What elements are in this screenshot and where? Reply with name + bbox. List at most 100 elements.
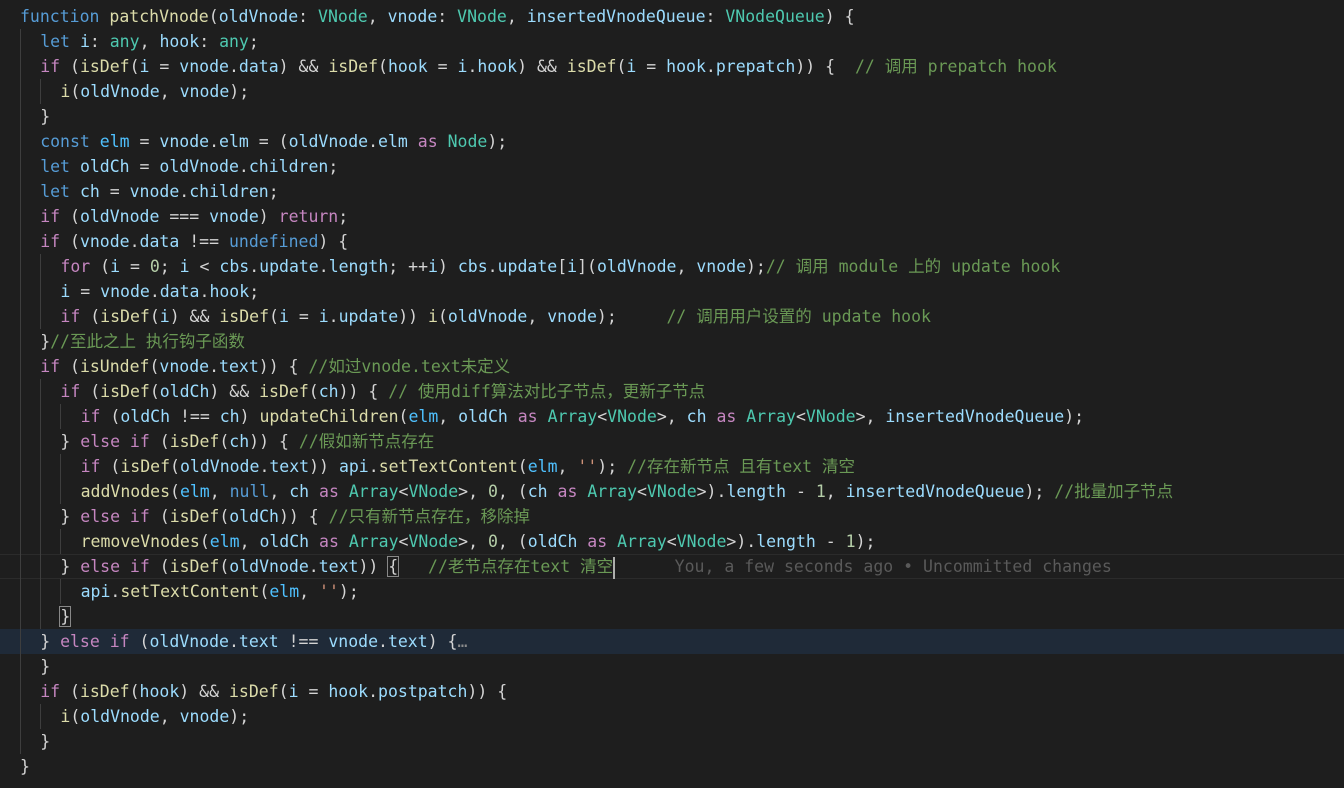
code-line[interactable]: } <box>0 604 1344 629</box>
indent-guide <box>20 554 21 579</box>
token-variable: oldCh <box>79 157 130 176</box>
token-punct: )) <box>309 457 339 476</box>
code-line[interactable]: if (oldVnode === vnode) return; <box>0 204 1344 229</box>
code-line[interactable]: if (isDef(oldVnode.text)) api.setTextCon… <box>0 454 1344 479</box>
token-variable: i <box>288 682 299 701</box>
code-line[interactable]: let i: any, hook: any; <box>0 29 1344 54</box>
code-line[interactable]: if (isDef(i) && isDef(i = i.update)) i(o… <box>0 304 1344 329</box>
code-line[interactable]: let oldCh = oldVnode.children; <box>0 154 1344 179</box>
token-punct: ( <box>70 707 81 726</box>
token-punct: ( <box>149 557 170 576</box>
token-punct: ); <box>597 457 628 476</box>
token-function: isDef <box>79 682 130 701</box>
code-text: i = vnode.data.hook; <box>60 279 259 304</box>
token-punct: = <box>427 57 458 76</box>
token-control: as <box>547 482 588 501</box>
indent-guide <box>40 429 42 454</box>
indent-guide <box>20 129 21 154</box>
code-line[interactable]: removeVnodes(elm, oldCh as Array<VNode>,… <box>0 529 1344 554</box>
token-punct: . <box>209 132 220 151</box>
token-keyword: function <box>20 7 110 26</box>
token-variable: length <box>726 482 787 501</box>
token-punct: >, <box>458 532 488 551</box>
token-keyword: let <box>40 182 80 201</box>
code-line[interactable]: addVnodes(elm, null, ch as Array<VNode>,… <box>0 479 1344 504</box>
code-line[interactable]: } else if (isDef(oldCh)) { //只有新节点存在，移除掉 <box>0 504 1344 529</box>
folded-region-ellipsis[interactable]: … <box>458 632 468 651</box>
indent-guide <box>40 579 42 604</box>
code-line[interactable]: if (oldCh !== ch) updateChildren(elm, ol… <box>0 404 1344 429</box>
token-comment: //批量加子节点 <box>1054 482 1174 501</box>
code-editor[interactable]: function patchVnode(oldVnode: VNode, vno… <box>0 0 1344 788</box>
code-line[interactable]: if (isDef(i = vnode.data) && isDef(hook … <box>0 54 1344 79</box>
token-type: VNode <box>318 7 368 26</box>
indent-guide <box>60 454 62 479</box>
code-line[interactable]: let ch = vnode.children; <box>0 179 1344 204</box>
code-line[interactable]: if (isUndef(vnode.text)) { //如过vnode.tex… <box>0 354 1344 379</box>
token-variable: oldVnode <box>218 7 299 26</box>
token-punct: . <box>129 232 140 251</box>
code-line[interactable]: } else if (isDef(ch)) { //假如新节点存在 <box>0 429 1344 454</box>
code-line[interactable]: if (vnode.data !== undefined) { <box>0 229 1344 254</box>
code-line[interactable]: for (i = 0; i < cbs.update.length; ++i) … <box>0 254 1344 279</box>
token-punct: . <box>368 132 379 151</box>
token-punct: ); <box>487 132 508 151</box>
token-type: VNode <box>607 407 657 426</box>
token-punct: ( <box>308 382 319 401</box>
token-punct: . <box>110 582 121 601</box>
code-text: }//至此之上 执行钩子函数 <box>40 329 245 354</box>
token-function: setTextContent <box>120 582 260 601</box>
token-variable: update <box>497 257 558 276</box>
token-punct: ( <box>616 57 627 76</box>
code-line[interactable]: const elm = vnode.elm = (oldVnode.elm as… <box>0 129 1344 154</box>
code-line[interactable]: i = vnode.data.hook; <box>0 279 1344 304</box>
token-punct: ; <box>338 207 349 226</box>
code-line[interactable]: } else if (isDef(oldVnode.text)) { //老节点… <box>0 554 1344 579</box>
token-variable: prepatch <box>715 57 796 76</box>
token-punct: !== <box>278 632 329 651</box>
code-line[interactable]: } <box>0 654 1344 679</box>
token-punct: , <box>159 82 180 101</box>
token-punct: ( <box>149 432 170 451</box>
token-punct: ( <box>437 307 448 326</box>
indent-guide <box>40 504 42 529</box>
code-line[interactable]: function patchVnode(oldVnode: VNode, vno… <box>0 4 1344 29</box>
token-variable: hook <box>387 57 428 76</box>
code-line[interactable]: i(oldVnode, vnode); <box>0 79 1344 104</box>
token-punct: ) && <box>169 307 220 326</box>
token-control: as <box>507 407 548 426</box>
token-control: as <box>309 532 349 551</box>
token-punct: ( <box>219 432 230 451</box>
code-line[interactable]: if (isDef(oldCh) && isDef(ch)) { // 使用di… <box>0 379 1344 404</box>
code-text: for (i = 0; i < cbs.update.length; ++i) … <box>60 254 1060 279</box>
token-comment: //存在新节点 且有text 清空 <box>627 457 856 476</box>
token-variable: oldVnode <box>596 257 677 276</box>
code-text: } <box>40 104 50 129</box>
indent-guide <box>60 479 62 504</box>
code-line[interactable]: } <box>0 104 1344 129</box>
code-line[interactable]: } <box>0 754 1344 779</box>
token-keyword: let <box>40 32 80 51</box>
code-line[interactable]: i(oldVnode, vnode); <box>0 704 1344 729</box>
indent-guide <box>60 579 62 604</box>
token-variable: oldCh <box>259 532 310 551</box>
token-punct: ) { <box>318 232 349 251</box>
token-punct: . <box>378 632 388 651</box>
code-text: if (vnode.data !== undefined) { <box>40 229 348 254</box>
token-variable: hook <box>209 282 250 301</box>
token-const: elm <box>269 582 300 601</box>
code-line[interactable]: api.setTextContent(elm, ''); <box>0 579 1344 604</box>
code-line[interactable]: if (isDef(hook) && isDef(i = hook.postpa… <box>0 679 1344 704</box>
token-punct: ( <box>219 507 230 526</box>
token-variable: ch <box>686 407 707 426</box>
code-line-active[interactable]: } else if (oldVnode.text !== vnode.text)… <box>0 629 1344 654</box>
token-type: VNode <box>457 7 507 26</box>
token-function: isDef <box>259 382 309 401</box>
code-line[interactable]: }//至此之上 执行钩子函数 <box>0 329 1344 354</box>
token-punct: . <box>705 57 716 76</box>
code-line[interactable]: } <box>0 729 1344 754</box>
token-punct: . <box>467 57 478 76</box>
token-variable: oldVnode <box>288 132 369 151</box>
token-function: isDef <box>169 557 220 576</box>
token-control: if <box>40 682 61 701</box>
